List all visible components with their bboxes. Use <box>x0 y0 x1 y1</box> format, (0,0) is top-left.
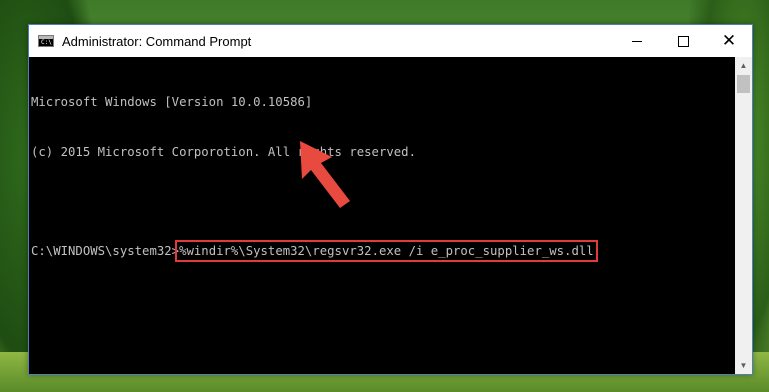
title-bar[interactable]: C:\ Administrator: Command Prompt ✕ <box>29 25 752 57</box>
scroll-thumb[interactable] <box>737 75 750 93</box>
console-command-line: C:\WINDOWS\system32>%windir%\System32\re… <box>31 239 735 262</box>
highlighted-command[interactable]: %windir%\System32\regsvr32.exe /i e_proc… <box>175 239 598 262</box>
console-prompt: C:\WINDOWS\system32> <box>31 243 180 258</box>
cmd-icon: C:\ <box>38 35 54 47</box>
scroll-down-icon[interactable]: ▼ <box>735 357 752 374</box>
console-line-version: Microsoft Windows [Version 10.0.10586] <box>31 95 313 109</box>
red-arrow-icon <box>300 141 350 208</box>
command-prompt-window[interactable]: C:\ Administrator: Command Prompt ✕ Micr… <box>28 24 753 375</box>
window-title: Administrator: Command Prompt <box>62 33 252 49</box>
console-output[interactable]: Microsoft Windows [Version 10.0.10586] (… <box>29 57 735 374</box>
minimize-button[interactable] <box>614 25 660 57</box>
maximize-icon <box>677 35 689 47</box>
close-button[interactable]: ✕ <box>706 25 752 57</box>
close-icon: ✕ <box>721 31 737 50</box>
minimize-icon <box>632 40 642 42</box>
vertical-scrollbar[interactable]: ▲ ▼ <box>735 57 752 374</box>
scroll-up-icon[interactable]: ▲ <box>735 57 752 74</box>
console-line-copyright: (c) 2015 Microsoft Corporotion. All righ… <box>31 144 416 159</box>
maximize-button[interactable] <box>660 25 706 57</box>
